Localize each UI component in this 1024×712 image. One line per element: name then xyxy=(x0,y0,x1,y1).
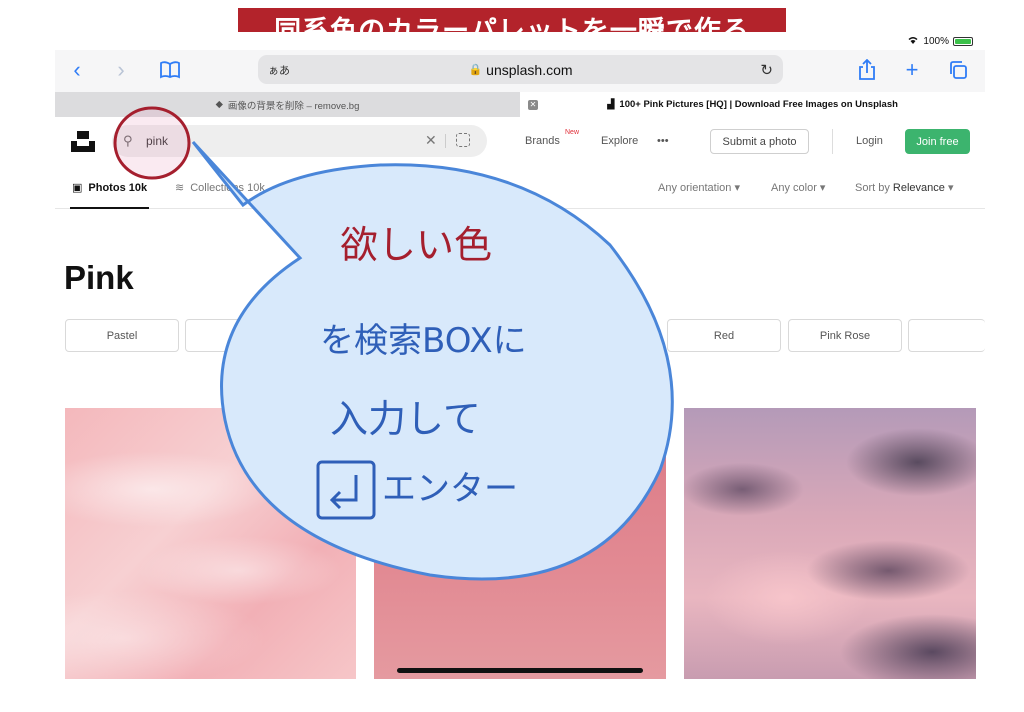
photo-pink-marble[interactable] xyxy=(65,408,356,679)
tab-users-label: Users 264 xyxy=(321,181,372,194)
battery-icon xyxy=(953,36,973,46)
unsplash-logo-icon[interactable] xyxy=(71,131,95,152)
tab-photos-label: Photos 10k xyxy=(88,181,148,194)
tab-collections[interactable]: ≋ Collections 10k xyxy=(175,181,265,195)
chip-pastel[interactable]: Pastel xyxy=(65,319,179,352)
tab-collections-label: Collections 10k xyxy=(190,181,265,194)
photo-pink-solid[interactable] xyxy=(374,408,666,679)
chip-p[interactable]: P xyxy=(185,319,299,352)
share-icon[interactable] xyxy=(853,56,881,84)
url-text: unsplash.com xyxy=(486,61,573,78)
visual-search-icon[interactable] xyxy=(456,133,470,147)
sort-dropdown[interactable]: Sort by Relevance ▾ xyxy=(855,181,953,194)
more-icon[interactable]: ••• xyxy=(657,135,669,147)
color-dropdown[interactable]: Any color ▾ xyxy=(771,181,825,194)
chip-pink-rose[interactable]: Pink Rose xyxy=(788,319,902,352)
tab-users[interactable]: 👥 Users 264 xyxy=(302,181,372,195)
new-badge: New xyxy=(565,129,580,136)
forward-icon[interactable]: › xyxy=(107,56,135,84)
tab-label: 画像の背景を削除 – remove.bg xyxy=(227,100,360,112)
bookmarks-icon[interactable] xyxy=(156,56,184,84)
users-icon: 👥 xyxy=(302,182,316,194)
orientation-dropdown[interactable]: Any orientation ▾ xyxy=(658,181,740,194)
unsplash-header: ⚲ pink ✕ Brands New Explore ••• Submit a… xyxy=(55,117,985,167)
submit-photo-button[interactable]: Submit a photo xyxy=(710,129,809,154)
tab-unsplash[interactable]: ✕ ▟ 100+ Pink Pictures [HQ] | Download F… xyxy=(520,92,985,117)
tab-bar: ◆ 画像の背景を削除 – remove.bg ✕ ▟ 100+ Pink Pic… xyxy=(55,92,985,117)
search-value: pink xyxy=(146,134,169,148)
reload-icon[interactable]: ↻ xyxy=(760,61,773,79)
page-settings-button[interactable]: ぁあ xyxy=(268,62,290,78)
lock-icon: 🔒 xyxy=(468,64,483,76)
tab-photos[interactable]: ▣ Photos 10k xyxy=(69,181,150,209)
safari-toolbar: ‹ › ぁあ 🔒 unsplash.com ↻ + xyxy=(55,50,985,92)
chip-red[interactable]: Red xyxy=(667,319,781,352)
page-title: Pink xyxy=(64,259,134,296)
unsplash-favicon: ▟ xyxy=(607,99,615,110)
chip-next[interactable] xyxy=(908,319,985,352)
search-divider xyxy=(445,134,446,148)
search-input[interactable]: ⚲ pink ✕ xyxy=(112,125,487,157)
login-link[interactable]: Login xyxy=(856,135,883,147)
status-bar: 100% xyxy=(55,32,985,50)
close-tab-icon[interactable]: ✕ xyxy=(528,99,538,110)
join-free-button[interactable]: Join free xyxy=(905,129,970,154)
search-filters: ▣ Photos 10k ≋ Collections 10k 👥 Users 2… xyxy=(55,167,985,209)
collections-icon: ≋ xyxy=(175,182,185,194)
back-icon[interactable]: ‹ xyxy=(63,56,91,84)
new-tab-icon[interactable]: + xyxy=(898,56,926,84)
home-indicator xyxy=(397,668,643,673)
tab-label: 100+ Pink Pictures [HQ] | Download Free … xyxy=(619,99,898,110)
tab-removebg[interactable]: ◆ 画像の背景を削除 – remove.bg xyxy=(55,92,520,117)
clear-icon[interactable]: ✕ xyxy=(425,132,437,149)
photo-pink-clouds[interactable] xyxy=(684,408,976,679)
header-divider xyxy=(832,129,833,154)
wifi-icon xyxy=(907,35,919,47)
tabs-overview-icon[interactable] xyxy=(944,56,972,84)
photo-icon: ▣ xyxy=(72,182,83,194)
nav-brands[interactable]: Brands xyxy=(525,135,560,147)
removebg-icon: ◆ xyxy=(215,99,223,110)
address-bar[interactable]: ぁあ 🔒 unsplash.com ↻ xyxy=(258,55,783,84)
battery-percent: 100% xyxy=(923,35,949,47)
search-icon: ⚲ xyxy=(123,133,133,148)
ipad-screen: 100% ‹ › ぁあ 🔒 unsplash.com ↻ + ◆ 画像の背景を削… xyxy=(55,32,985,712)
nav-explore[interactable]: Explore xyxy=(601,135,638,147)
